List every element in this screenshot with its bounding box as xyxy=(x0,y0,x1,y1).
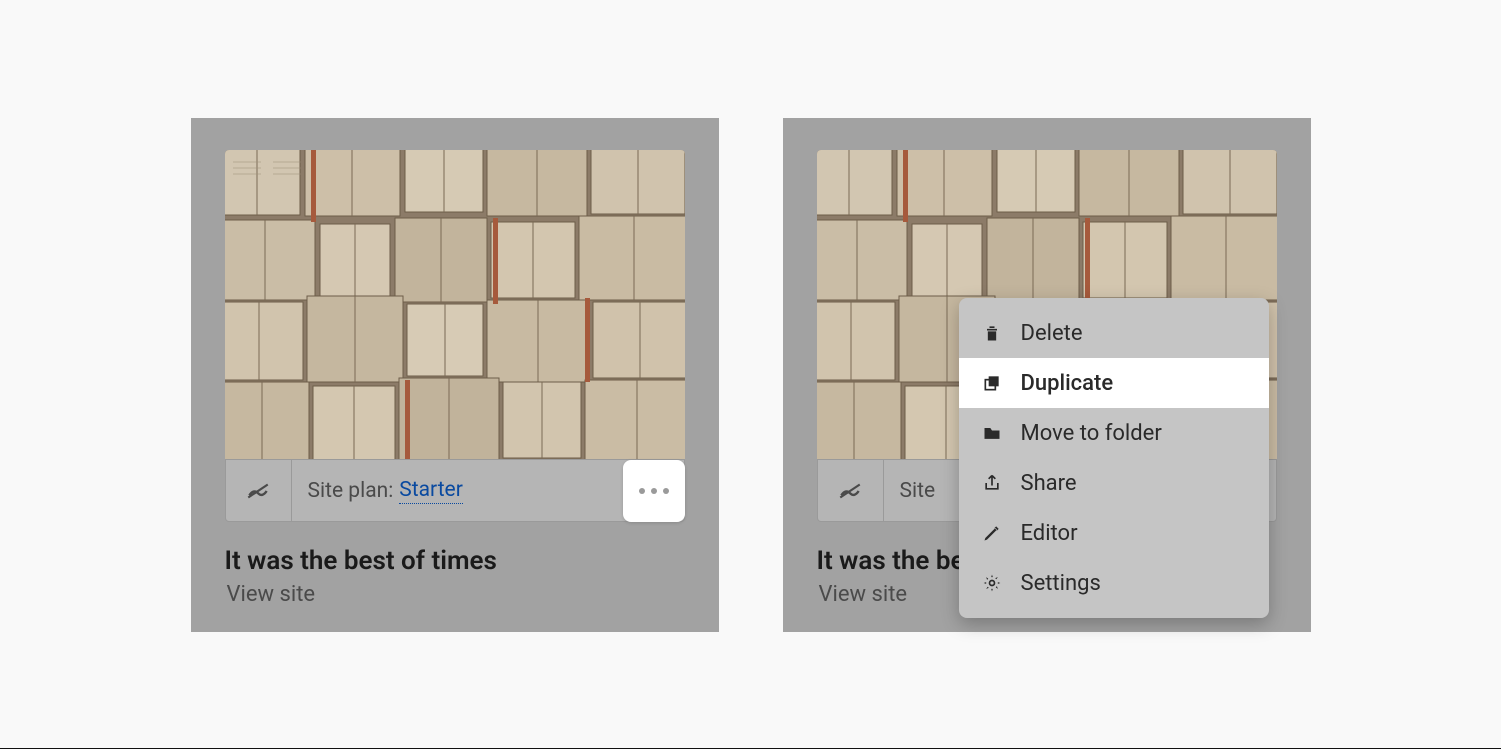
view-site-link[interactable]: View site xyxy=(225,582,685,607)
stage: Site plan: Starter It was the best of ti… xyxy=(0,0,1501,749)
site-plan-prefix-truncated: Site xyxy=(900,479,936,503)
unpublished-icon xyxy=(837,478,863,504)
site-card-right: Site Delete Duplicate Move to f xyxy=(783,118,1311,632)
more-options-button[interactable] xyxy=(623,460,685,522)
menu-item-label: Delete xyxy=(1021,321,1247,346)
gear-icon xyxy=(981,572,1003,594)
menu-item-label: Move to folder xyxy=(1021,421,1247,446)
ellipsis-icon xyxy=(639,488,645,494)
books-illustration xyxy=(225,150,685,459)
menu-item-label: Duplicate xyxy=(1021,371,1247,396)
menu-item-label: Share xyxy=(1021,471,1247,496)
menu-item-label: Editor xyxy=(1021,521,1247,546)
menu-item-move-to-folder[interactable]: Move to folder xyxy=(959,408,1269,458)
menu-item-label: Settings xyxy=(1021,571,1247,596)
menu-item-duplicate[interactable]: Duplicate xyxy=(959,358,1269,408)
menu-item-settings[interactable]: Settings xyxy=(959,558,1269,608)
site-status-icon-cell xyxy=(226,460,292,521)
site-status-icon-cell xyxy=(818,460,884,521)
duplicate-icon xyxy=(981,372,1003,394)
menu-item-share[interactable]: Share xyxy=(959,458,1269,508)
site-meta-row: Site plan: Starter xyxy=(225,459,685,522)
unpublished-icon xyxy=(245,478,271,504)
folder-icon xyxy=(981,422,1003,444)
site-thumbnail[interactable] xyxy=(225,150,685,459)
trash-icon xyxy=(981,322,1003,344)
site-context-menu: Delete Duplicate Move to folder Share xyxy=(959,298,1269,618)
site-plan-prefix: Site plan: xyxy=(308,479,394,503)
menu-item-editor[interactable]: Editor xyxy=(959,508,1269,558)
site-plan-link[interactable]: Starter xyxy=(399,478,463,504)
pencil-icon xyxy=(981,522,1003,544)
share-icon xyxy=(981,472,1003,494)
menu-item-delete[interactable]: Delete xyxy=(959,308,1269,358)
site-title: It was the best of times xyxy=(225,546,685,576)
site-card-left: Site plan: Starter It was the best of ti… xyxy=(191,118,719,632)
